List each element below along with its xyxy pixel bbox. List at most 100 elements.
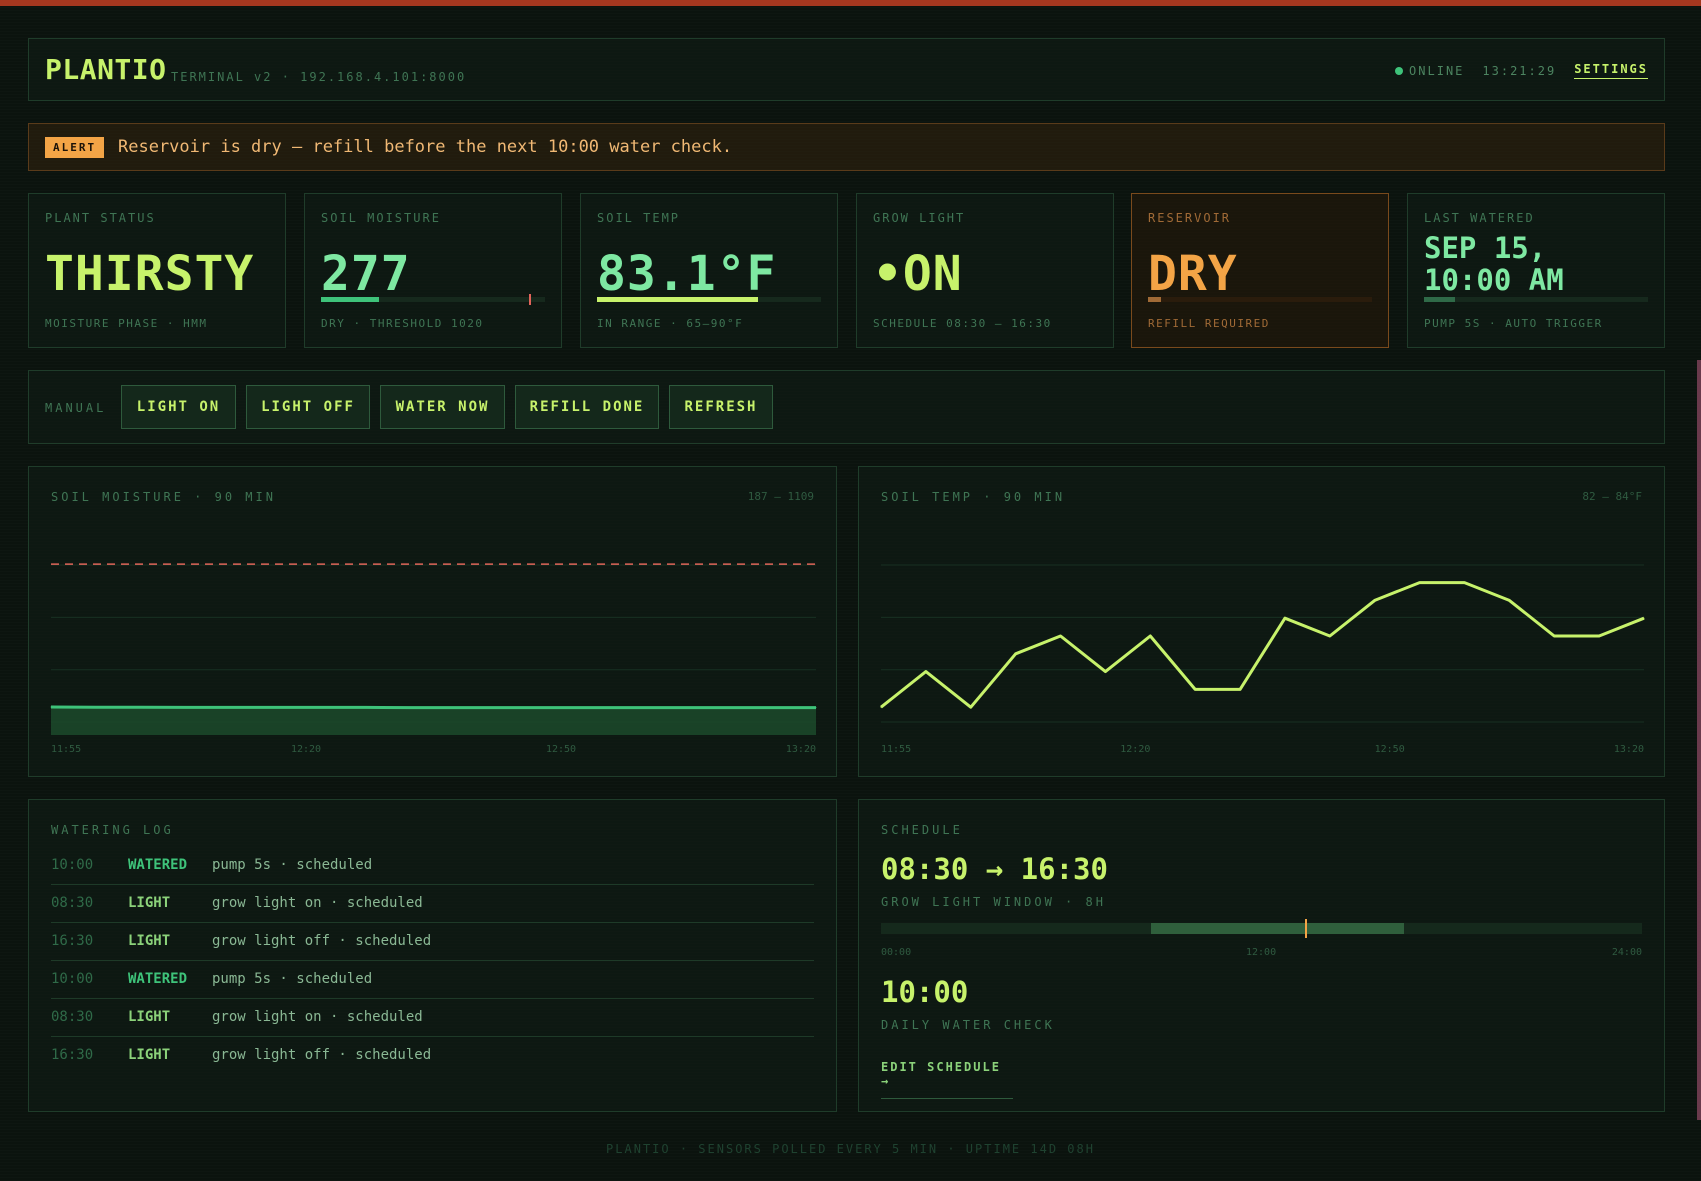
watered-bar-fill (1424, 297, 1456, 302)
top-accent-bar (0, 0, 1701, 6)
edit-schedule-link[interactable]: EDIT SCHEDULE → (881, 1060, 1013, 1099)
alert-message: Reservoir is dry — refill before the nex… (118, 137, 733, 157)
manual-controls: MANUAL LIGHT ON LIGHT OFF WATER NOW REFI… (28, 370, 1665, 444)
data-point (925, 671, 927, 673)
log-desc: grow light off · scheduled (212, 933, 432, 949)
light-on-dot-icon: • (873, 246, 903, 302)
card-foot: PUMP 5S · AUTO TRIGGER (1424, 317, 1603, 330)
data-point (1463, 582, 1465, 584)
data-point (230, 706, 232, 708)
data-point (95, 706, 97, 708)
x-tick-label: 13:20 (1614, 744, 1644, 755)
data-point (365, 706, 367, 708)
log-row: 10:00 WATERED pump 5s · scheduled (51, 846, 814, 885)
data-point (1553, 635, 1555, 637)
log-time: 16:30 (51, 1047, 94, 1063)
data-point (1508, 599, 1510, 601)
data-point (1239, 688, 1241, 690)
water-now-button[interactable]: WATER NOW (380, 385, 505, 429)
moisture-chart: 11:55 12:20 12:50 13:20 (50, 563, 817, 755)
log-row: 10:00 WATERED pump 5s · scheduled (51, 960, 814, 999)
watering-log: WATERING LOG 10:00 WATERED pump 5s · sch… (28, 799, 837, 1112)
soil-moisture-value: 277 (321, 246, 411, 302)
footer: PLANTIO · SENSORS POLLED EVERY 5 MIN · U… (606, 1142, 1095, 1156)
last-watered-date: SEP 15, (1424, 231, 1547, 265)
data-point (1104, 671, 1106, 673)
card-label: LAST WATERED (1424, 211, 1535, 225)
online-dot-icon (1395, 66, 1404, 75)
log-time: 16:30 (51, 933, 94, 949)
alert-badge: ALERT (45, 137, 105, 158)
temp-chart: 11:55 12:20 12:50 13:20 (880, 564, 1645, 755)
card-foot: SCHEDULE 08:30 – 16:30 (873, 317, 1052, 330)
refresh-button[interactable]: REFRESH (669, 385, 773, 429)
online-status: ONLINE (1409, 63, 1465, 78)
card-label: PLANT STATUS (45, 211, 156, 225)
data-point (880, 706, 882, 708)
temp-bar-fill (597, 297, 759, 302)
data-point (455, 707, 457, 709)
data-point (815, 707, 817, 709)
data-point (1598, 635, 1600, 637)
temp-chart-panel: SOIL TEMP · 90 MIN 82 – 84°F 11:55 12:20 1… (858, 466, 1665, 777)
card-foot: MOISTURE PHASE · HMM (45, 317, 208, 330)
moisture-area (51, 707, 816, 735)
log-kind: LIGHT (128, 1047, 171, 1063)
x-tick-label: 12:50 (1375, 744, 1405, 755)
x-tick-label: 11:55 (51, 744, 81, 755)
card-plant-status: PLANT STATUS THIRSTY MOISTURE PHASE · HM… (28, 193, 286, 348)
data-point (1329, 635, 1331, 637)
grow-light-value: •ON (873, 246, 963, 302)
water-check-label: DAILY WATER CHECK (881, 1018, 1055, 1032)
data-point (1643, 617, 1645, 619)
manual-label: MANUAL (45, 401, 107, 415)
log-desc: pump 5s · scheduled (212, 971, 373, 987)
log-desc: grow light off · scheduled (212, 1047, 432, 1063)
data-point (680, 707, 682, 709)
card-foot: REFILL REQUIRED (1148, 317, 1270, 330)
x-tick-label: 12:50 (546, 744, 576, 755)
card-label: SOIL MOISTURE (321, 211, 441, 225)
window-edge-accent (1697, 360, 1701, 1120)
data-point (590, 707, 592, 709)
log-row: 08:30 LIGHT grow light on · scheduled (51, 998, 814, 1037)
log-kind: LIGHT (128, 1009, 171, 1025)
log-row: 16:30 LIGHT grow light off · scheduled (51, 1036, 814, 1074)
x-tick-label: 12:20 (291, 744, 321, 755)
data-point (635, 707, 637, 709)
light-window-label: GROW LIGHT WINDOW · 8H (881, 895, 1106, 909)
card-grow-light: GROW LIGHT •ON SCHEDULE 08:30 – 16:30 (856, 193, 1114, 348)
data-point (1149, 635, 1151, 637)
threshold-marker (529, 294, 531, 305)
card-soil-temp: SOIL TEMP 83.1°F IN RANGE · 65–90°F (580, 193, 838, 348)
temp-bar (597, 297, 821, 302)
card-reservoir: RESERVOIR DRY REFILL REQUIRED (1131, 193, 1389, 348)
data-point (545, 707, 547, 709)
soil-temp-value: 83.1°F (597, 246, 777, 302)
refill-done-button[interactable]: REFILL DONE (515, 385, 659, 429)
light-on-button[interactable]: LIGHT ON (121, 385, 236, 429)
log-time: 10:00 (51, 971, 94, 987)
moisture-chart-panel: SOIL MOISTURE · 90 MIN 187 – 1109 11:55 1… (28, 466, 837, 777)
card-soil-moisture: SOIL MOISTURE 277 DRY · THRESHOLD 1020 (304, 193, 562, 348)
settings-link[interactable]: SETTINGS (1574, 62, 1648, 79)
reservoir-value: DRY (1148, 246, 1238, 302)
data-point (185, 706, 187, 708)
clock: 13:21:29 (1482, 63, 1557, 78)
reservoir-bar (1148, 297, 1372, 302)
light-off-button[interactable]: LIGHT OFF (246, 385, 370, 429)
data-point (275, 706, 277, 708)
log-time: 08:30 (51, 1009, 94, 1025)
header-status: ONLINE 13:21:29 SETTINGS (1395, 62, 1648, 79)
log-title: WATERING LOG (51, 823, 174, 837)
data-point (140, 706, 142, 708)
reservoir-bar-fill (1148, 297, 1162, 302)
grow-light-state: ON (902, 246, 963, 302)
data-point (50, 706, 52, 708)
terminal-subtitle: TERMINAL v2 · 192.168.4.101:8000 (171, 70, 467, 84)
log-row: 08:30 LIGHT grow light on · scheduled (51, 884, 814, 923)
header: PLANTIO TERMINAL v2 · 192.168.4.101:8000… (28, 38, 1665, 101)
timeline-tick: 00:00 (881, 947, 912, 958)
moisture-series-line (50, 705, 816, 710)
card-last-watered: LAST WATERED SEP 15, 10:00 AM PUMP 5S · … (1407, 193, 1665, 348)
